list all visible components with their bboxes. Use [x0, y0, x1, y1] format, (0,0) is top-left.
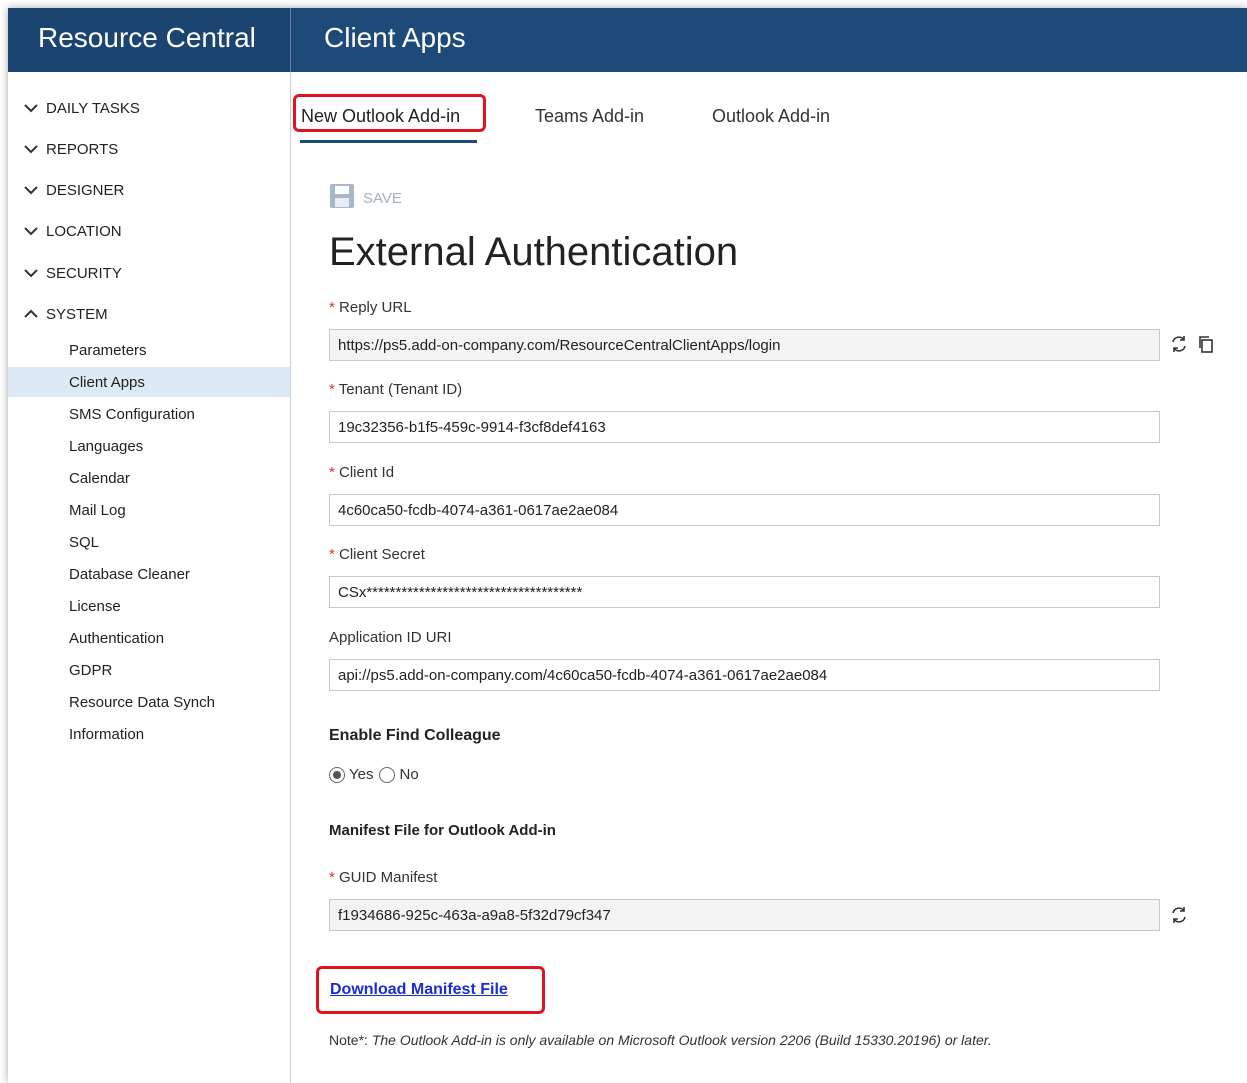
sidebar-item-mail-log[interactable]: Mail Log — [8, 495, 290, 525]
manifest-heading: Manifest File for Outlook Add-in — [329, 822, 556, 839]
refresh-icon[interactable] — [1169, 905, 1189, 930]
download-manifest-link[interactable]: Download Manifest File — [330, 981, 508, 999]
sidebar-section-label: DESIGNER — [46, 181, 125, 199]
sidebar-item-label: Calendar — [69, 469, 130, 487]
sidebar-item-calendar[interactable]: Calendar — [8, 463, 290, 493]
radio-yes-label: Yes — [349, 766, 374, 783]
find-colleague-radio-group: Yes No — [329, 766, 419, 783]
sidebar-section-label: LOCATION — [46, 222, 122, 240]
guid-manifest-label: * GUID Manifest — [329, 869, 437, 886]
active-tab-indicator — [300, 140, 477, 143]
radio-no-label: No — [399, 766, 419, 783]
required-marker: * — [329, 464, 335, 481]
client-secret-field[interactable]: CSx************************************* — [329, 576, 1160, 608]
tab-outlook-add-in[interactable]: Outlook Add-in — [712, 100, 830, 132]
required-marker: * — [329, 299, 335, 316]
chevron-down-icon — [24, 185, 46, 195]
save-button[interactable]: SAVE — [329, 183, 402, 213]
sidebar-item-label: Authentication — [69, 629, 165, 647]
radio-selected-dot — [333, 770, 341, 779]
sidebar-item-label: Languages — [69, 437, 144, 455]
tenant-label: * Tenant (Tenant ID) — [329, 381, 462, 398]
chevron-down-icon — [24, 268, 46, 278]
tab-teams-add-in[interactable]: Teams Add-in — [535, 100, 644, 132]
sidebar-item-label: SMS Configuration — [69, 405, 195, 423]
sidebar-item-label: GDPR — [69, 661, 113, 679]
sidebar-item-database-cleaner[interactable]: Database Cleaner — [8, 559, 290, 589]
sidebar-section-label: SECURITY — [46, 264, 122, 282]
save-label: SAVE — [363, 189, 402, 207]
sidebar-section-label: DAILY TASKS — [46, 99, 140, 117]
sidebar-section-system[interactable]: SYSTEM — [24, 302, 108, 326]
client-id-label: * Client Id — [329, 464, 394, 481]
tab-new-outlook-add-in[interactable]: New Outlook Add-in — [301, 100, 460, 132]
sidebar-item-languages[interactable]: Languages — [8, 431, 290, 461]
sidebar-item-sql[interactable]: SQL — [8, 527, 290, 557]
client-id-field[interactable]: 4c60ca50-fcdb-4074-a361-0617ae2ae084 — [329, 494, 1160, 526]
sidebar-item-label: Parameters — [69, 341, 147, 359]
sidebar-item-license[interactable]: License — [8, 591, 290, 621]
refresh-icon[interactable] — [1169, 334, 1189, 359]
radio-no[interactable] — [379, 766, 396, 783]
reply-url-label-text: Reply URL — [339, 299, 412, 316]
sidebar-item-client-apps[interactable]: Client Apps — [8, 367, 290, 397]
tenant-label-text: Tenant (Tenant ID) — [338, 381, 463, 398]
sidebar-item-label: License — [69, 597, 121, 615]
guid-manifest-label-text: GUID Manifest — [339, 869, 438, 886]
client-secret-label-text: Client Secret — [339, 546, 425, 563]
sidebar-section-label: REPORTS — [46, 140, 119, 158]
app-id-uri-label: Application ID URI — [329, 629, 452, 646]
sidebar-section-designer[interactable]: DESIGNER — [24, 178, 124, 202]
sidebar-item-label: Client Apps — [69, 373, 145, 391]
brand-title: Resource Central — [38, 22, 256, 53]
find-colleague-heading: Enable Find Colleague — [329, 727, 501, 744]
app-id-uri-field[interactable]: api://ps5.add-on-company.com/4c60ca50-fc… — [329, 659, 1160, 691]
note-prefix: Note*: — [329, 1032, 372, 1048]
chevron-up-icon — [24, 309, 46, 319]
sidebar-item-resource-data-synch[interactable]: Resource Data Synch — [8, 687, 290, 717]
reply-url-field[interactable]: https://ps5.add-on-company.com/ResourceC… — [329, 329, 1160, 361]
required-marker: * — [329, 546, 335, 563]
brand-area: Resource Central — [8, 8, 291, 72]
required-marker: * — [329, 381, 335, 398]
client-id-label-text: Client Id — [339, 464, 395, 481]
note-body: The Outlook Add-in is only available on … — [371, 1032, 992, 1048]
sidebar-section-daily-tasks[interactable]: DAILY TASKS — [24, 96, 140, 120]
chevron-down-icon — [24, 226, 46, 236]
sidebar-item-gdpr[interactable]: GDPR — [8, 655, 290, 685]
sidebar-item-label: Mail Log — [69, 501, 126, 519]
copy-icon[interactable] — [1196, 334, 1216, 359]
tenant-field[interactable]: 19c32356-b1f5-459c-9914-f3cf8def4163 — [329, 411, 1160, 443]
note-text: Note*: The Outlook Add-in is only availa… — [329, 1032, 992, 1048]
radio-yes[interactable] — [329, 766, 345, 783]
chevron-down-icon — [24, 144, 46, 154]
sidebar-item-information[interactable]: Information — [8, 719, 290, 749]
sidebar-item-label: SQL — [69, 533, 100, 551]
sidebar-item-sms-configuration[interactable]: SMS Configuration — [8, 399, 290, 429]
sidebar-section-security[interactable]: SECURITY — [24, 261, 122, 285]
section-heading: External Authentication — [329, 230, 739, 274]
sidebar-section-reports[interactable]: REPORTS — [24, 137, 118, 161]
client-secret-label: * Client Secret — [329, 546, 425, 563]
sidebar-item-label: Information — [69, 725, 145, 743]
required-marker: * — [329, 869, 335, 886]
sidebar-item-authentication[interactable]: Authentication — [8, 623, 290, 653]
sidebar-item-parameters[interactable]: Parameters — [8, 335, 290, 365]
sidebar-item-label: Resource Data Synch — [69, 693, 215, 711]
guid-manifest-field[interactable]: f1934686-925c-463a-a9a8-5f32d79cf347 — [329, 899, 1160, 931]
sidebar-section-label: SYSTEM — [46, 305, 108, 323]
floppy-disk-icon — [329, 183, 355, 213]
reply-url-label: * Reply URL — [329, 299, 412, 316]
sidebar-item-label: Database Cleaner — [69, 565, 190, 583]
sidebar-section-location[interactable]: LOCATION — [24, 219, 122, 243]
chevron-down-icon — [24, 103, 46, 113]
page-title: Client Apps — [324, 22, 466, 53]
